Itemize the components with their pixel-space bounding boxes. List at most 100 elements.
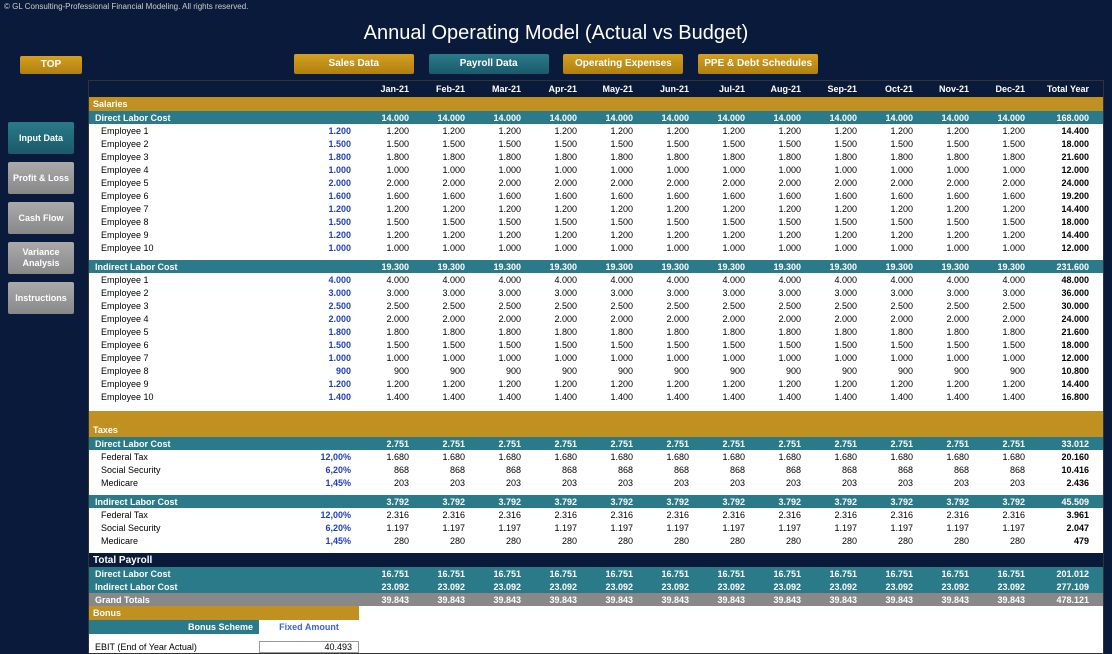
month-cell: 2.000 xyxy=(583,314,639,324)
row-input[interactable]: 1.500 xyxy=(259,340,359,350)
month-cell: 16.751 xyxy=(975,569,1031,579)
month-cell: 1.000 xyxy=(583,165,639,175)
row-label: Employee 3 xyxy=(89,152,259,162)
side-variance[interactable]: Variance Analysis xyxy=(8,242,74,274)
month-cell: 3.792 xyxy=(863,497,919,507)
summary-indirect: Indirect Labor Cost23.09223.09223.09223.… xyxy=(89,580,1103,593)
row-input[interactable]: 2.000 xyxy=(259,314,359,324)
data-row: Federal Tax12,00%1.6801.6801.6801.6801.6… xyxy=(89,450,1103,463)
month-cell: 1.200 xyxy=(415,204,471,214)
month-cell: 2.316 xyxy=(471,510,527,520)
bonus-scheme-value[interactable]: Fixed Amount xyxy=(259,620,359,634)
month-cell: 2.751 xyxy=(807,439,863,449)
row-input[interactable]: 2.000 xyxy=(259,178,359,188)
month-cell: 1.800 xyxy=(639,327,695,337)
row-input[interactable]: 1.000 xyxy=(259,165,359,175)
month-cell: 1.000 xyxy=(751,165,807,175)
month-cell: 280 xyxy=(695,536,751,546)
row-input[interactable]: 4.000 xyxy=(259,275,359,285)
month-cell: 1.000 xyxy=(863,243,919,253)
month-cell: 1.000 xyxy=(807,165,863,175)
month-cell: 39.843 xyxy=(471,595,527,605)
month-cell: 23.092 xyxy=(695,582,751,592)
row-input[interactable]: 1.500 xyxy=(259,217,359,227)
month-cell: 2.751 xyxy=(751,439,807,449)
month-cell: 280 xyxy=(807,536,863,546)
side-cash-flow[interactable]: Cash Flow xyxy=(8,202,74,234)
month-cell: 1.500 xyxy=(639,139,695,149)
month-cell: 1.500 xyxy=(639,217,695,227)
month-cell: 1.500 xyxy=(359,139,415,149)
row-input[interactable]: 1.400 xyxy=(259,392,359,402)
month-cell: 1.200 xyxy=(527,126,583,136)
row-label: Employee 10 xyxy=(89,243,259,253)
month-cell: 1.000 xyxy=(695,165,751,175)
month-cell: 1.400 xyxy=(807,392,863,402)
row-input[interactable]: 12,00% xyxy=(259,510,359,520)
month-cell: 1.200 xyxy=(415,126,471,136)
row-input[interactable]: 1.200 xyxy=(259,230,359,240)
month-cell: 900 xyxy=(415,366,471,376)
month-cell: 1.000 xyxy=(415,243,471,253)
nav-payroll[interactable]: Payroll Data xyxy=(429,54,549,74)
row-input[interactable]: 1.000 xyxy=(259,243,359,253)
month-cell: 2.000 xyxy=(359,178,415,188)
month-cell: 868 xyxy=(527,465,583,475)
row-input[interactable]: 6,20% xyxy=(259,465,359,475)
row-input[interactable]: 1.200 xyxy=(259,379,359,389)
nav-sales[interactable]: Sales Data xyxy=(294,54,414,74)
month-cell: 280 xyxy=(975,536,1031,546)
row-label: Employee 9 xyxy=(89,379,259,389)
month-cell: 1.200 xyxy=(359,126,415,136)
month-cell: 900 xyxy=(807,366,863,376)
row-input[interactable]: 1.200 xyxy=(259,204,359,214)
month-cell: 1.200 xyxy=(975,230,1031,240)
row-input[interactable]: 1.600 xyxy=(259,191,359,201)
row-label: Employee 6 xyxy=(89,191,259,201)
month-cell: 280 xyxy=(359,536,415,546)
row-input[interactable]: 6,20% xyxy=(259,523,359,533)
direct-labor-header: Direct Labor Cost14.00014.00014.00014.00… xyxy=(89,111,1103,124)
row-input[interactable]: 900 xyxy=(259,366,359,376)
month-cell: 2.751 xyxy=(695,439,751,449)
row-total: 14.400 xyxy=(1031,126,1095,136)
month-cell: 1.200 xyxy=(919,230,975,240)
month-cell: 3.000 xyxy=(639,288,695,298)
row-input[interactable]: 1.500 xyxy=(259,139,359,149)
side-instructions[interactable]: Instructions xyxy=(8,282,74,314)
sidebar: Input Data Profit & Loss Cash Flow Varia… xyxy=(8,122,76,322)
row-input[interactable]: 1.800 xyxy=(259,327,359,337)
nav-ppe[interactable]: PPE & Debt Schedules xyxy=(698,54,818,74)
month-cell: 23.092 xyxy=(583,582,639,592)
month-cell: 1.200 xyxy=(583,204,639,214)
month-cell: 1.500 xyxy=(527,139,583,149)
row-input[interactable]: 1,45% xyxy=(259,536,359,546)
row-input[interactable]: 1,45% xyxy=(259,478,359,488)
row-input[interactable]: 1.000 xyxy=(259,353,359,363)
content-area: Jan-21Feb-21 Mar-21Apr-21 May-21Jun-21 J… xyxy=(88,80,1104,654)
row-input[interactable]: 2.500 xyxy=(259,301,359,311)
month-cell: 1.200 xyxy=(919,379,975,389)
month-cell: 1.500 xyxy=(471,139,527,149)
row-input[interactable]: 12,00% xyxy=(259,452,359,462)
row-input[interactable]: 1.800 xyxy=(259,152,359,162)
row-input[interactable]: 1.200 xyxy=(259,126,359,136)
month-cell: 1.600 xyxy=(415,191,471,201)
side-profit-loss[interactable]: Profit & Loss xyxy=(8,162,74,194)
month-cell: 4.000 xyxy=(583,275,639,285)
month-cell: 1.200 xyxy=(919,126,975,136)
side-input-data[interactable]: Input Data xyxy=(8,122,74,154)
row-label: Employee 6 xyxy=(89,340,259,350)
month-cell: 1.000 xyxy=(751,353,807,363)
month-cell: 16.751 xyxy=(639,569,695,579)
month-cell: 2.316 xyxy=(415,510,471,520)
nav-opex[interactable]: Operating Expenses xyxy=(563,54,683,74)
month-cell: 1.500 xyxy=(583,139,639,149)
month-cell: 2.500 xyxy=(639,301,695,311)
month-cell: 16.751 xyxy=(695,569,751,579)
month-cell: 1.500 xyxy=(471,340,527,350)
month-cell: 1.680 xyxy=(471,452,527,462)
month-cell: 1.200 xyxy=(863,204,919,214)
row-input[interactable]: 3.000 xyxy=(259,288,359,298)
month-cell: 3.000 xyxy=(919,288,975,298)
